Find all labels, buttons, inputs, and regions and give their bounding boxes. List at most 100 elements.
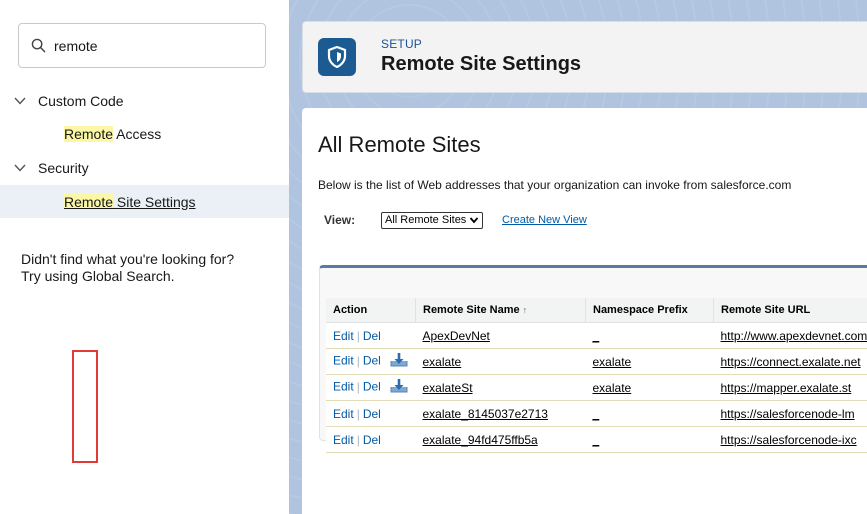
action-cell: Edit | Del [326, 400, 416, 427]
namespace-prefix-value: exalate [592, 380, 632, 395]
namespace-prefix-value: _ [592, 432, 600, 447]
remote-site-name-link[interactable]: exalate [423, 355, 462, 369]
view-select[interactable]: All Remote Sites [381, 212, 484, 230]
download-icon[interactable] [390, 378, 408, 397]
list-description: Below is the list of Web addresses that … [318, 178, 792, 192]
action-cell: Edit | Del [326, 374, 416, 401]
remote-site-url-cell: http://www.apexdevnet.com [713, 322, 867, 349]
table-row: Edit | Del ApexDevNet _ http://www.apexdevnet… [326, 322, 867, 349]
remote-site-name-cell: exalateSt [415, 374, 586, 401]
not-found-line-2: Try using Global Search. [21, 268, 175, 284]
edit-link[interactable]: Edit [333, 380, 354, 394]
edit-link[interactable]: Edit [333, 433, 354, 447]
setup-sidebar: Custom Code Remote Access Security Remot… [0, 0, 289, 514]
namespace-prefix-cell: exalate [585, 374, 714, 401]
tree-item-label-rest: Access [113, 126, 162, 142]
search-icon [31, 38, 46, 53]
page-header: SETUP Remote Site Settings [302, 21, 867, 93]
tree-node-security[interactable]: Security [0, 157, 89, 179]
remote-site-url-cell: https://connect.exalate.net [713, 348, 867, 375]
page-title: Remote Site Settings [381, 53, 582, 75]
column-header-remote-site-name[interactable]: Remote Site Name ↑ [415, 298, 586, 323]
remote-site-url-cell: https://salesforcenode-lm [713, 400, 867, 427]
table-row: Edit | Del exalate_94fd475ffb5a _ https://sal… [326, 426, 867, 453]
remote-site-name-link[interactable]: exalateSt [423, 381, 473, 395]
delete-link[interactable]: Del [363, 380, 381, 394]
search-match-highlight: Remote [64, 126, 114, 142]
edit-link[interactable]: Edit [333, 329, 354, 343]
remote-site-url-link[interactable]: https://salesforcenode-lm [721, 407, 855, 421]
quick-find-search[interactable] [18, 23, 266, 68]
tree-item-label-rest: Site Settings [113, 193, 196, 210]
remote-site-url-link[interactable]: https://mapper.exalate.st [721, 381, 852, 395]
remote-site-name-link[interactable]: exalate_8145037e2713 [423, 407, 548, 421]
action-cell: Edit | Del [326, 322, 416, 349]
tree-item-label: Remote Access [64, 126, 161, 142]
view-select-value: All Remote Sites [385, 214, 467, 226]
tree-item-label: Remote Site Settings [64, 193, 196, 210]
view-label: View: [324, 213, 356, 227]
delete-link[interactable]: Del [363, 354, 381, 368]
remote-site-name-cell: exalate_94fd475ffb5a [415, 426, 586, 453]
chevron-down-icon [14, 164, 30, 172]
delete-link[interactable]: Del [363, 329, 381, 343]
chevron-down-icon [14, 97, 30, 105]
tree-node-custom-code[interactable]: Custom Code [0, 90, 124, 112]
column-header-remote-site-url: Remote Site URL [713, 298, 867, 323]
column-header-action: Action [326, 298, 416, 323]
namespace-prefix-cell: _ [585, 426, 714, 453]
remote-site-url-cell: https://mapper.exalate.st [713, 374, 867, 401]
remote-sites-list: Action Remote Site Name ↑ Namespace Pref… [319, 265, 867, 453]
shield-icon [327, 46, 347, 68]
table-row: Edit | Del exalate_8145037e2713 _ https://sal… [326, 400, 867, 427]
action-separator: | [356, 379, 360, 394]
setup-icon-tile [318, 38, 356, 76]
namespace-prefix-cell: _ [585, 400, 714, 427]
not-found-hint: Didn't find what you're looking for? Try… [21, 251, 234, 285]
edit-link[interactable]: Edit [333, 354, 354, 368]
header-eyebrow: SETUP [381, 37, 423, 51]
action-cell: Edit | Del [326, 348, 416, 375]
remote-site-name-link[interactable]: ApexDevNet [423, 329, 490, 343]
download-icon[interactable] [390, 352, 408, 371]
remote-sites-table: Action Remote Site Name ↑ Namespace Pref… [326, 298, 867, 453]
action-separator: | [356, 432, 360, 447]
action-separator: | [356, 406, 360, 421]
sort-ascending-icon: ↑ [522, 305, 528, 315]
tree-node-label: Security [38, 160, 89, 176]
not-found-line-1: Didn't find what you're looking for? [21, 251, 235, 267]
edit-link[interactable]: Edit [333, 407, 354, 421]
delete-link[interactable]: Del [363, 433, 381, 447]
content-panel: All Remote Sites Below is the list of We… [302, 108, 867, 514]
table-header-row: Action Remote Site Name ↑ Namespace Pref… [326, 298, 867, 323]
tree-item-remote-access[interactable]: Remote Access [0, 123, 289, 145]
table-row: Edit | Del exalateSt exalate https://mapper.e… [326, 374, 867, 401]
remote-site-name-cell: exalate_8145037e2713 [415, 400, 586, 427]
remote-site-url-link[interactable]: https://connect.exalate.net [721, 355, 861, 369]
quick-find-input[interactable] [54, 37, 244, 54]
remote-site-url-link[interactable]: https://salesforcenode-ixc [721, 433, 857, 447]
column-header-namespace-prefix: Namespace Prefix [585, 298, 714, 323]
delete-link[interactable]: Del [363, 407, 381, 421]
action-separator: | [356, 328, 360, 343]
main-area: SETUP Remote Site Settings All Remote Si… [289, 0, 867, 514]
column-header-label: Namespace Prefix [593, 304, 688, 316]
create-new-view-link[interactable]: Create New View [502, 214, 587, 226]
remote-site-name-link[interactable]: exalate_94fd475ffb5a [423, 433, 538, 447]
remote-site-url-link[interactable]: http://www.apexdevnet.com [721, 329, 867, 343]
action-separator: | [356, 353, 360, 368]
remote-site-name-cell: exalate [415, 348, 586, 375]
namespace-prefix-cell: _ [585, 322, 714, 349]
table-row: Edit | Del exalate exalate https://connect.ex… [326, 348, 867, 375]
tree-node-label: Custom Code [38, 93, 124, 109]
chevron-down-icon [469, 215, 479, 230]
namespace-prefix-value: _ [592, 406, 600, 421]
namespace-prefix-value: exalate [592, 354, 632, 369]
search-match-highlight: Remote [64, 193, 114, 210]
remote-site-name-cell: ApexDevNet [415, 322, 586, 349]
remote-site-url-cell: https://salesforcenode-ixc [713, 426, 867, 453]
tree-item-remote-site-settings[interactable]: Remote Site Settings [0, 185, 289, 218]
list-title: All Remote Sites [318, 132, 481, 157]
column-header-label: Action [333, 304, 368, 316]
column-header-label: Remote Site Name [423, 304, 520, 316]
